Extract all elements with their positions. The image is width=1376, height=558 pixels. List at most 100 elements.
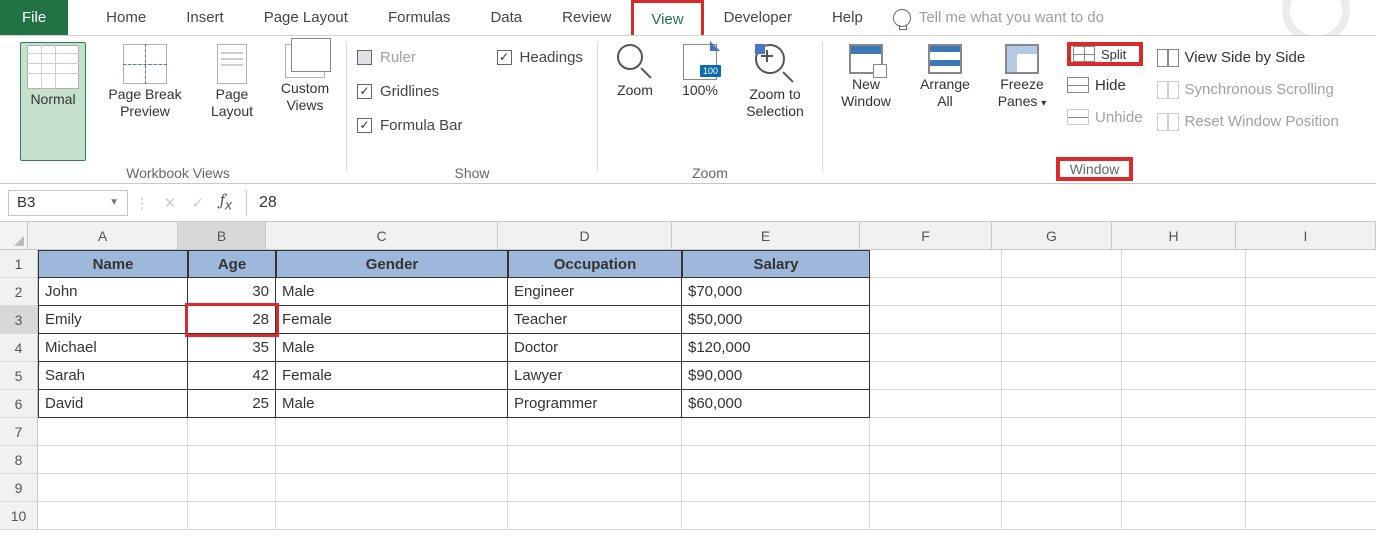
zoom-to-selection-button[interactable]: Zoom to Selection <box>738 42 812 161</box>
cell-A1[interactable]: Name <box>38 250 188 278</box>
cell-E10[interactable] <box>682 502 870 530</box>
row-header-6[interactable]: 6 <box>0 390 38 418</box>
col-header-C[interactable]: C <box>266 222 498 250</box>
tab-data[interactable]: Data <box>470 0 542 35</box>
cell-A4[interactable]: Michael <box>38 334 188 362</box>
cell-B2[interactable]: 30 <box>188 278 276 306</box>
cell-B1[interactable]: Age <box>188 250 276 278</box>
name-box[interactable]: B3 ▼ <box>8 190 128 216</box>
col-header-A[interactable]: A <box>28 222 178 250</box>
cancel-formula-button[interactable]: ✕ <box>156 194 184 212</box>
cell-D5[interactable]: Lawyer <box>508 362 682 390</box>
cell-H3[interactable] <box>1122 306 1246 334</box>
row-header-10[interactable]: 10 <box>0 502 38 530</box>
select-all-triangle[interactable] <box>0 222 28 250</box>
page-break-preview-button[interactable]: Page Break Preview <box>100 42 190 161</box>
cell-F3[interactable] <box>870 306 1002 334</box>
cell-C8[interactable] <box>276 446 508 474</box>
tab-file[interactable]: File <box>0 0 68 35</box>
cell-F5[interactable] <box>870 362 1002 390</box>
cell-D3[interactable]: Teacher <box>508 306 682 334</box>
cell-E7[interactable] <box>682 418 870 446</box>
cell-C2[interactable]: Male <box>276 278 508 306</box>
tell-me-input[interactable]: Tell me what you want to do <box>919 9 1104 26</box>
cell-A7[interactable] <box>38 418 188 446</box>
cell-I2[interactable] <box>1246 278 1376 306</box>
cell-E5[interactable]: $90,000 <box>682 362 870 390</box>
zoom-button[interactable]: Zoom <box>608 42 662 161</box>
cell-F2[interactable] <box>870 278 1002 306</box>
enter-formula-button[interactable]: ✓ <box>184 194 212 212</box>
cell-H8[interactable] <box>1122 446 1246 474</box>
cell-D7[interactable] <box>508 418 682 446</box>
cell-E4[interactable]: $120,000 <box>682 334 870 362</box>
cell-F4[interactable] <box>870 334 1002 362</box>
split-button[interactable]: Split <box>1067 42 1143 66</box>
cell-G2[interactable] <box>1002 278 1122 306</box>
ruler-checkbox[interactable]: Ruler <box>357 44 463 70</box>
tab-review[interactable]: Review <box>542 0 631 35</box>
cell-G9[interactable] <box>1002 474 1122 502</box>
cell-H1[interactable] <box>1122 250 1246 278</box>
view-side-by-side-button[interactable]: View Side by Side <box>1157 44 1339 70</box>
cell-G3[interactable] <box>1002 306 1122 334</box>
row-header-9[interactable]: 9 <box>0 474 38 502</box>
cell-D1[interactable]: Occupation <box>508 250 682 278</box>
cell-C10[interactable] <box>276 502 508 530</box>
tab-insert[interactable]: Insert <box>166 0 244 35</box>
row-header-7[interactable]: 7 <box>0 418 38 446</box>
cell-E8[interactable] <box>682 446 870 474</box>
tab-home[interactable]: Home <box>86 0 166 35</box>
col-header-D[interactable]: D <box>498 222 672 250</box>
headings-checkbox[interactable]: Headings <box>497 44 583 70</box>
row-header-4[interactable]: 4 <box>0 334 38 362</box>
cell-I4[interactable] <box>1246 334 1376 362</box>
freeze-panes-button[interactable]: Freeze Panes ▾ <box>991 42 1053 153</box>
cell-C5[interactable]: Female <box>276 362 508 390</box>
tab-help[interactable]: Help <box>812 0 883 35</box>
cell-E3[interactable]: $50,000 <box>682 306 870 334</box>
tab-formulas[interactable]: Formulas <box>368 0 471 35</box>
cell-H5[interactable] <box>1122 362 1246 390</box>
col-header-B[interactable]: B <box>178 222 266 250</box>
cell-I5[interactable] <box>1246 362 1376 390</box>
col-header-G[interactable]: G <box>992 222 1112 250</box>
cell-I1[interactable] <box>1246 250 1376 278</box>
custom-views-button[interactable]: Custom Views <box>274 42 336 161</box>
new-window-button[interactable]: New Window <box>833 42 899 153</box>
cell-B6[interactable]: 25 <box>188 390 276 418</box>
cell-C4[interactable]: Male <box>276 334 508 362</box>
cell-F8[interactable] <box>870 446 1002 474</box>
page-layout-button[interactable]: Page Layout <box>204 42 260 161</box>
cell-D8[interactable] <box>508 446 682 474</box>
cell-E6[interactable]: $60,000 <box>682 390 870 418</box>
zoom-100-button[interactable]: 100 100% <box>676 42 724 161</box>
cell-A6[interactable]: David <box>38 390 188 418</box>
cell-I8[interactable] <box>1246 446 1376 474</box>
cell-F6[interactable] <box>870 390 1002 418</box>
synchronous-scrolling-button[interactable]: Synchronous Scrolling <box>1157 76 1339 102</box>
cell-C3[interactable]: Female <box>276 306 508 334</box>
row-header-3[interactable]: 3 <box>0 306 38 334</box>
cell-E1[interactable]: Salary <box>682 250 870 278</box>
cell-I7[interactable] <box>1246 418 1376 446</box>
cell-F7[interactable] <box>870 418 1002 446</box>
col-header-E[interactable]: E <box>672 222 860 250</box>
tab-page-layout[interactable]: Page Layout <box>244 0 368 35</box>
cell-H4[interactable] <box>1122 334 1246 362</box>
cell-B8[interactable] <box>188 446 276 474</box>
cell-F9[interactable] <box>870 474 1002 502</box>
cell-D2[interactable]: Engineer <box>508 278 682 306</box>
fx-button[interactable]: fx <box>212 191 240 213</box>
row-header-1[interactable]: 1 <box>0 250 38 278</box>
cell-B4[interactable]: 35 <box>188 334 276 362</box>
cell-H6[interactable] <box>1122 390 1246 418</box>
formula-input[interactable]: 28 <box>246 190 1376 216</box>
hide-button[interactable]: Hide <box>1067 72 1143 98</box>
cell-B3[interactable]: 28 <box>188 306 276 334</box>
cell-I9[interactable] <box>1246 474 1376 502</box>
cell-C1[interactable]: Gender <box>276 250 508 278</box>
col-header-H[interactable]: H <box>1112 222 1236 250</box>
cell-D10[interactable] <box>508 502 682 530</box>
cell-A3[interactable]: Emily <box>38 306 188 334</box>
